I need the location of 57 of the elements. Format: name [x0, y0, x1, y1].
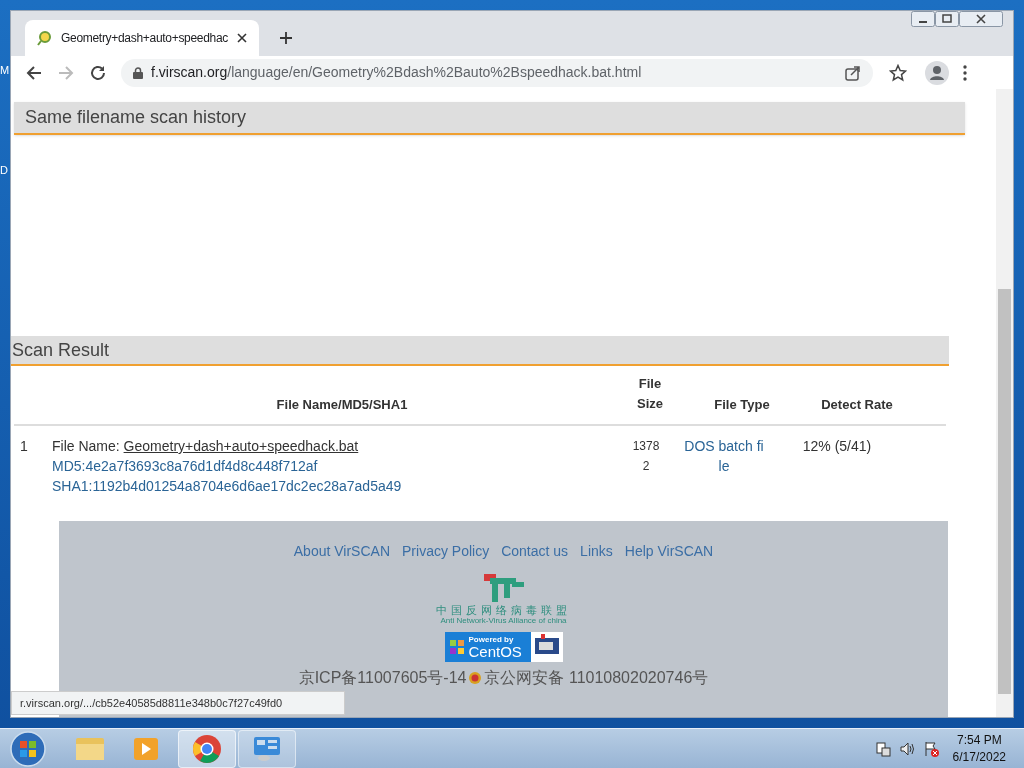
file-size: 13782 — [631, 438, 661, 475]
footer-link[interactable]: Contact us — [501, 541, 569, 562]
file-name-line: File Name: Geometry+dash+auto+speedhack.bat — [52, 437, 360, 456]
footer-link[interactable]: Privacy Policy — [402, 541, 490, 562]
volume-icon[interactable] — [898, 740, 915, 757]
clock-date[interactable]: 6/17/2022 — [952, 748, 1006, 766]
column-header: Detect Rate — [820, 395, 894, 414]
menu-icon[interactable] — [963, 64, 967, 81]
minimize-icon[interactable] — [911, 11, 935, 27]
flag-alert-icon[interactable] — [922, 740, 939, 757]
column-header: File Type — [713, 395, 771, 414]
tab-title: Geometry+dash+auto+speedhac — [61, 30, 229, 47]
emblem-icon — [468, 671, 483, 685]
reload-icon[interactable] — [89, 63, 107, 82]
scrollbar[interactable] — [996, 89, 1013, 717]
detect-rate: 12% (5/41) — [801, 437, 873, 456]
footer-link[interactable]: Links — [580, 541, 613, 562]
start-button-icon[interactable] — [8, 728, 48, 768]
footer-link[interactable]: Help VirSCAN — [624, 541, 714, 562]
magnifier-icon — [37, 30, 53, 46]
section-title: Scan Result — [12, 338, 110, 362]
desktop-icon-label[interactable]: D — [0, 162, 8, 179]
police-badge-icon[interactable] — [530, 632, 563, 662]
network-icon[interactable] — [874, 740, 891, 757]
close-icon[interactable] — [237, 33, 247, 43]
maximize-icon[interactable] — [935, 11, 959, 27]
status-url: r.virscan.org/.../cb52e40585d8811e348b0c7f27c49fd0 — [11, 690, 345, 715]
file-name-link[interactable]: Geometry+dash+auto+speedhack.bat — [123, 438, 359, 454]
file-type: DOS batch file — [684, 437, 764, 476]
footer-link[interactable]: About VirSCAN — [293, 541, 390, 562]
police-record-number: 京公网安备 11010802020746号 — [484, 668, 709, 688]
close-icon[interactable] — [959, 11, 1003, 27]
lock-icon — [133, 66, 143, 79]
control-panel-icon — [252, 734, 282, 763]
column-header: File Name/MD5/SHA1 — [276, 396, 408, 412]
back-icon[interactable] — [25, 63, 43, 82]
alliance-logo: 中国反网络病毒联盟 Anti Network-Virus Alliance of china — [436, 572, 571, 626]
control-panel-taskbar-button[interactable] — [238, 729, 296, 768]
star-icon[interactable] — [889, 63, 907, 82]
browser-tab[interactable]: Geometry+dash+auto+speedhac — [25, 20, 259, 56]
address-bar[interactable]: f.virscan.org/language/en/Geometry%2Bdash%2Bauto%2Bspeedhack.bat.html — [121, 58, 873, 87]
centos-badge[interactable]: Powered by CentOS — [444, 632, 531, 662]
clock-time[interactable]: 7:54 PM — [956, 731, 1002, 749]
column-header: File Size — [636, 375, 664, 413]
scrollbar-thumb[interactable] — [998, 289, 1011, 694]
url-text: f.virscan.org/language/en/Geometry%2Bdash%2Bauto%2Bspeedhack.bat.html — [151, 63, 643, 82]
browser-taskbar-button[interactable] — [178, 729, 236, 768]
sha1-hash: SHA1:1192b4d01254a8704e6d6ae17dc2ec28a7ad5a49 — [52, 477, 403, 496]
desktop-icon-label[interactable]: M — [0, 62, 10, 79]
section-title: Same filename scan history — [25, 106, 247, 129]
share-icon[interactable] — [845, 64, 861, 81]
new-tab-icon[interactable] — [279, 31, 293, 45]
profile-icon[interactable] — [925, 60, 949, 85]
chrome-icon — [192, 733, 222, 764]
md5-hash: MD5:4e2a7f3693c8a76d1df4d8c448f712af — [52, 457, 319, 476]
icp-number: 京ICP备11007605号-14 — [298, 668, 467, 688]
table-cell-text: 1 — [19, 437, 29, 456]
